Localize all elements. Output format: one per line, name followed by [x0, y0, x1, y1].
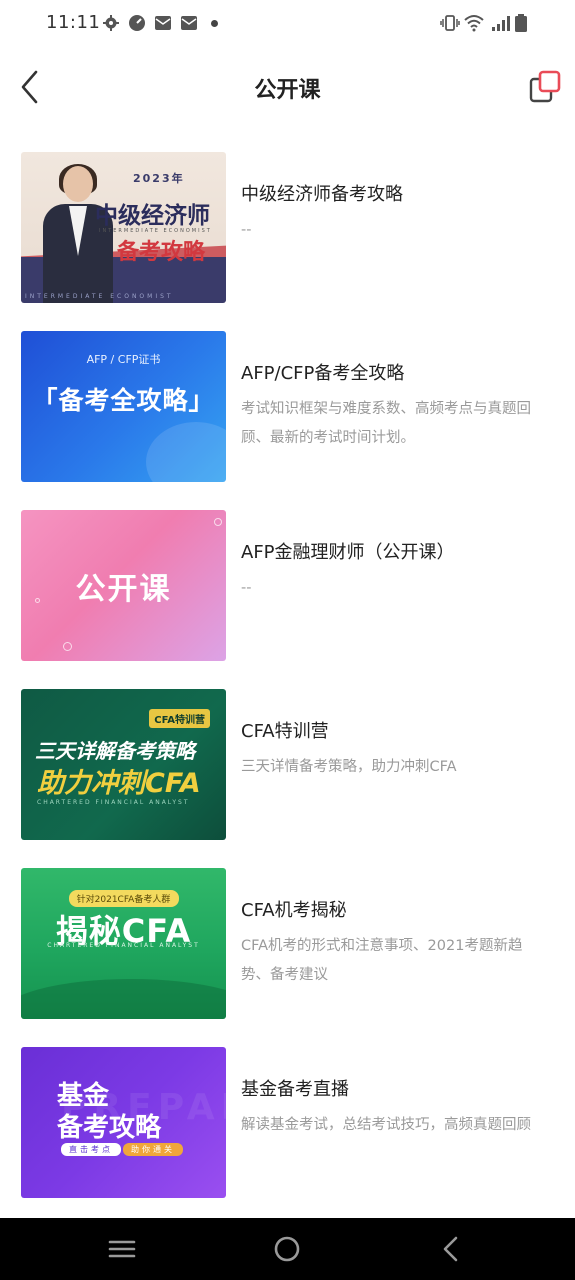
thumb-tag2: 助你通关: [123, 1143, 183, 1156]
thumb-line2: 助力冲刺CFA: [37, 768, 201, 799]
teacher-photo: [41, 164, 115, 303]
course-title: AFP金融理财师（公开课）: [241, 542, 455, 563]
thumb-foot: INTERMEDIATE ECONOMIST: [25, 293, 174, 300]
list-item[interactable]: 针对2021CFA备考人群 揭秘CFA CHARTERED FINANCIAL …: [0, 866, 575, 1045]
dot-icon: [211, 20, 218, 27]
signal-icon: [492, 16, 510, 31]
mail-icon: [181, 16, 197, 30]
battery-icon: [515, 14, 527, 32]
course-thumbnail: 公开课: [21, 510, 226, 661]
course-thumbnail: AFP / CFP证书 「备考全攻略」: [21, 331, 226, 482]
menu-icon[interactable]: [106, 1233, 138, 1265]
course-list: 2023年 中级经济师 INTERMEDIATE ECONOMIST 备考攻略 …: [0, 150, 575, 1224]
course-description: --: [241, 222, 252, 238]
header: 公开课: [0, 48, 575, 128]
course-thumbnail: PREPAR 基金 备考攻略 直击考点 助你通关: [21, 1047, 226, 1198]
list-item[interactable]: PREPAR 基金 备考攻略 直击考点 助你通关 基金备考直播 解读基金考试，总…: [0, 1045, 575, 1224]
thumb-line2: 备考攻略: [57, 1113, 162, 1143]
status-bar: 11:11: [0, 0, 575, 48]
thumb-year: 2023年: [133, 172, 185, 185]
thumb-line1: 三天详解备考策略: [35, 739, 195, 763]
back-icon[interactable]: [436, 1233, 468, 1265]
thumb-main: 公开课: [75, 572, 172, 607]
course-description: 考试知识框架与难度系数、高频考点与真题回顾、最新的考试时间计划。: [241, 401, 531, 446]
mail-icon: [155, 16, 171, 30]
course-description: CFA机考的形式和注意事项、2021考题新趋势、备考建议: [241, 938, 523, 983]
home-circle-icon[interactable]: [271, 1233, 303, 1265]
wifi-icon: [464, 15, 484, 32]
thumb-tag: 针对2021CFA备考人群: [68, 890, 179, 907]
list-item[interactable]: 2023年 中级经济师 INTERMEDIATE ECONOMIST 备考攻略 …: [0, 150, 575, 329]
list-item[interactable]: AFP / CFP证书 「备考全攻略」 AFP/CFP备考全攻略 考试知识框架与…: [0, 329, 575, 508]
thumb-tag1: 直击考点: [61, 1143, 121, 1156]
thumb-line3: CHARTERED FINANCIAL ANALYST: [37, 799, 190, 806]
thumb-top: AFP / CFP证书: [86, 353, 161, 366]
system-nav-bar: [0, 1218, 575, 1280]
course-description: 三天详情备考策略，助力冲刺CFA: [241, 759, 457, 775]
page-title: 公开课: [254, 78, 321, 103]
list-item[interactable]: CFA特训营 三天详解备考策略 助力冲刺CFA CHARTERED FINANC…: [0, 687, 575, 866]
course-title: 基金备考直播: [241, 1079, 349, 1100]
thumb-tag: CFA特训营: [149, 709, 210, 728]
course-title: AFP/CFP备考全攻略: [241, 363, 405, 384]
thumb-line2: 备考攻略: [117, 240, 206, 265]
thumb-line1: 中级经济师: [95, 203, 210, 229]
list-item[interactable]: 公开课 AFP金融理财师（公开课） --: [0, 508, 575, 687]
copy-icon[interactable]: [528, 70, 562, 104]
course-title: CFA机考揭秘: [241, 900, 347, 921]
vibrate-icon: [440, 15, 460, 31]
course-description: 解读基金考试，总结考试技巧，高频真题回顾: [241, 1117, 531, 1133]
status-time: 11:11: [46, 12, 101, 33]
thumb-sub: CHARTERED FINANCIAL ANALYST: [47, 942, 200, 949]
course-thumbnail: CFA特训营 三天详解备考策略 助力冲刺CFA CHARTERED FINANC…: [21, 689, 226, 840]
course-title: 中级经济师备考攻略: [241, 184, 403, 205]
speed-icon: [129, 15, 145, 31]
course-title: CFA特训营: [241, 721, 329, 742]
course-thumbnail: 2023年 中级经济师 INTERMEDIATE ECONOMIST 备考攻略 …: [21, 152, 226, 303]
course-thumbnail: 针对2021CFA备考人群 揭秘CFA CHARTERED FINANCIAL …: [21, 868, 226, 1019]
gear-icon: [103, 15, 119, 31]
thumb-main: 「备考全攻略」: [32, 386, 215, 415]
course-description: --: [241, 580, 252, 596]
